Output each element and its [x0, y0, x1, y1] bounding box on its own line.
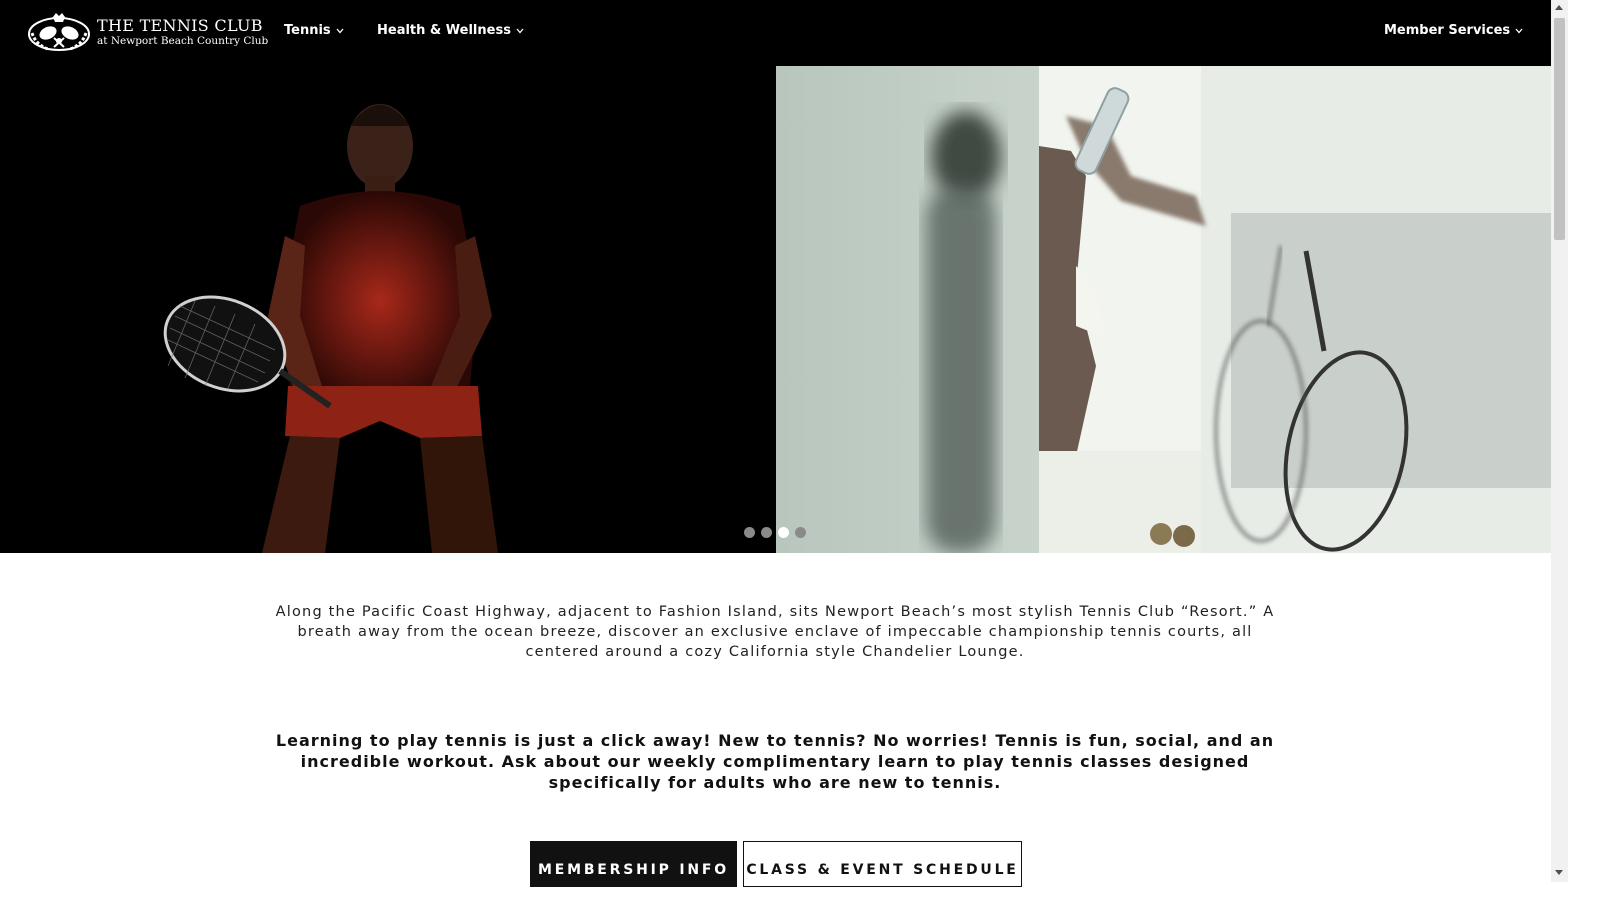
nav-tennis-label: Tennis: [284, 23, 331, 38]
crest-emblem-icon: [28, 13, 90, 51]
chevron-down-icon: [336, 28, 344, 33]
intro-paragraph: Along the Pacific Coast Highway, adjacen…: [275, 604, 1275, 660]
logo-title: THE TENNIS CLUB: [97, 16, 263, 35]
page-scrollbar[interactable]: [1551, 0, 1568, 882]
nav-tennis[interactable]: Tennis: [284, 23, 344, 38]
slide-dot-4[interactable]: [795, 527, 806, 538]
hero-slideshow[interactable]: [0, 66, 1551, 553]
membership-info-button[interactable]: MEMBERSHIP INFO: [530, 841, 737, 887]
logo-text: THE TENNIS CLUB at Newport Beach Country…: [97, 16, 269, 48]
site-header: THE TENNIS CLUB at Newport Beach Country…: [0, 0, 1551, 66]
scroll-thumb[interactable]: [1554, 18, 1565, 240]
class-event-schedule-label: CLASS & EVENT SCHEDULE: [746, 862, 1019, 878]
slideshow-dots: [744, 527, 806, 538]
class-event-schedule-button[interactable]: CLASS & EVENT SCHEDULE: [743, 841, 1022, 887]
chevron-down-icon: [1515, 28, 1523, 33]
scroll-down-arrow-icon[interactable]: [1555, 870, 1563, 875]
learn-to-play-paragraph: Learning to play tennis is just a click …: [275, 731, 1275, 792]
hero-tennis-player-image: [0, 66, 776, 553]
slide-dot-3[interactable]: [778, 527, 789, 538]
nav-health-wellness[interactable]: Health & Wellness: [377, 23, 524, 38]
logo-subtitle: at Newport Beach Country Club: [97, 35, 269, 47]
nav-member-services-label: Member Services: [1384, 23, 1511, 38]
scroll-up-arrow-icon[interactable]: [1555, 5, 1563, 10]
nav-member-services[interactable]: Member Services: [1384, 23, 1523, 38]
slide-dot-2[interactable]: [761, 527, 772, 538]
hero-water-racket-image: [776, 66, 1551, 553]
chevron-down-icon: [516, 28, 524, 33]
membership-info-label: MEMBERSHIP INFO: [538, 862, 729, 878]
nav-health-label: Health & Wellness: [377, 23, 511, 38]
slide-dot-1[interactable]: [744, 527, 755, 538]
logo[interactable]: THE TENNIS CLUB at Newport Beach Country…: [26, 11, 268, 53]
